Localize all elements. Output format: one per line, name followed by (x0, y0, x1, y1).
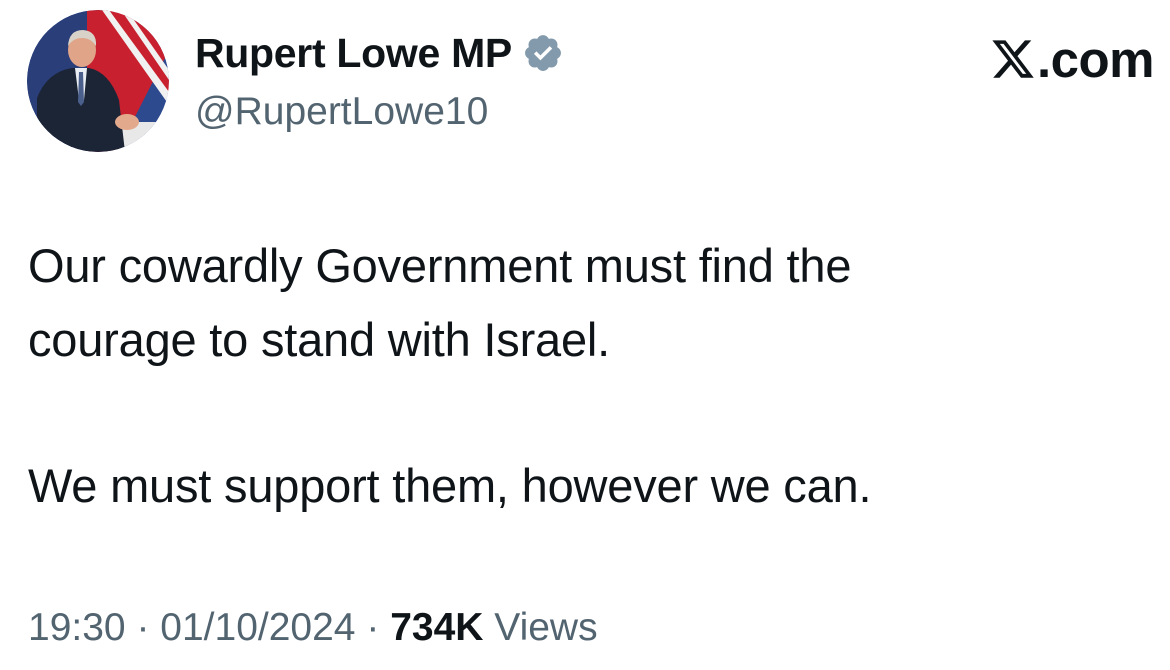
brand-x-com: .com (990, 28, 1155, 90)
author-display-name[interactable]: Rupert Lowe MP (195, 30, 512, 77)
tweet-text-line-2: courage to stand with Israel. (28, 313, 611, 366)
tweet-text-line-1: Our cowardly Government must find the (28, 239, 852, 292)
tweet-meta: 19:30 · 01/10/2024 · 734K Views (28, 602, 598, 654)
meta-separator: · (136, 606, 150, 649)
verified-badge-icon (522, 32, 564, 74)
brand-domain-text: .com (1036, 30, 1155, 88)
author-row: Rupert Lowe MP (195, 24, 564, 82)
views-count: 734K (390, 606, 484, 649)
meta-separator: · (366, 606, 380, 649)
tweet-date[interactable]: 01/10/2024 (160, 606, 355, 649)
avatar[interactable] (27, 10, 169, 152)
x-logo-icon (992, 40, 1034, 78)
tweet-text-line-3: We must support them, however we can. (28, 459, 872, 512)
views-label: Views (494, 606, 598, 649)
avatar-photo (27, 10, 169, 152)
author-handle[interactable]: @RupertLowe10 (195, 87, 488, 137)
tweet-time[interactable]: 19:30 (28, 606, 126, 649)
